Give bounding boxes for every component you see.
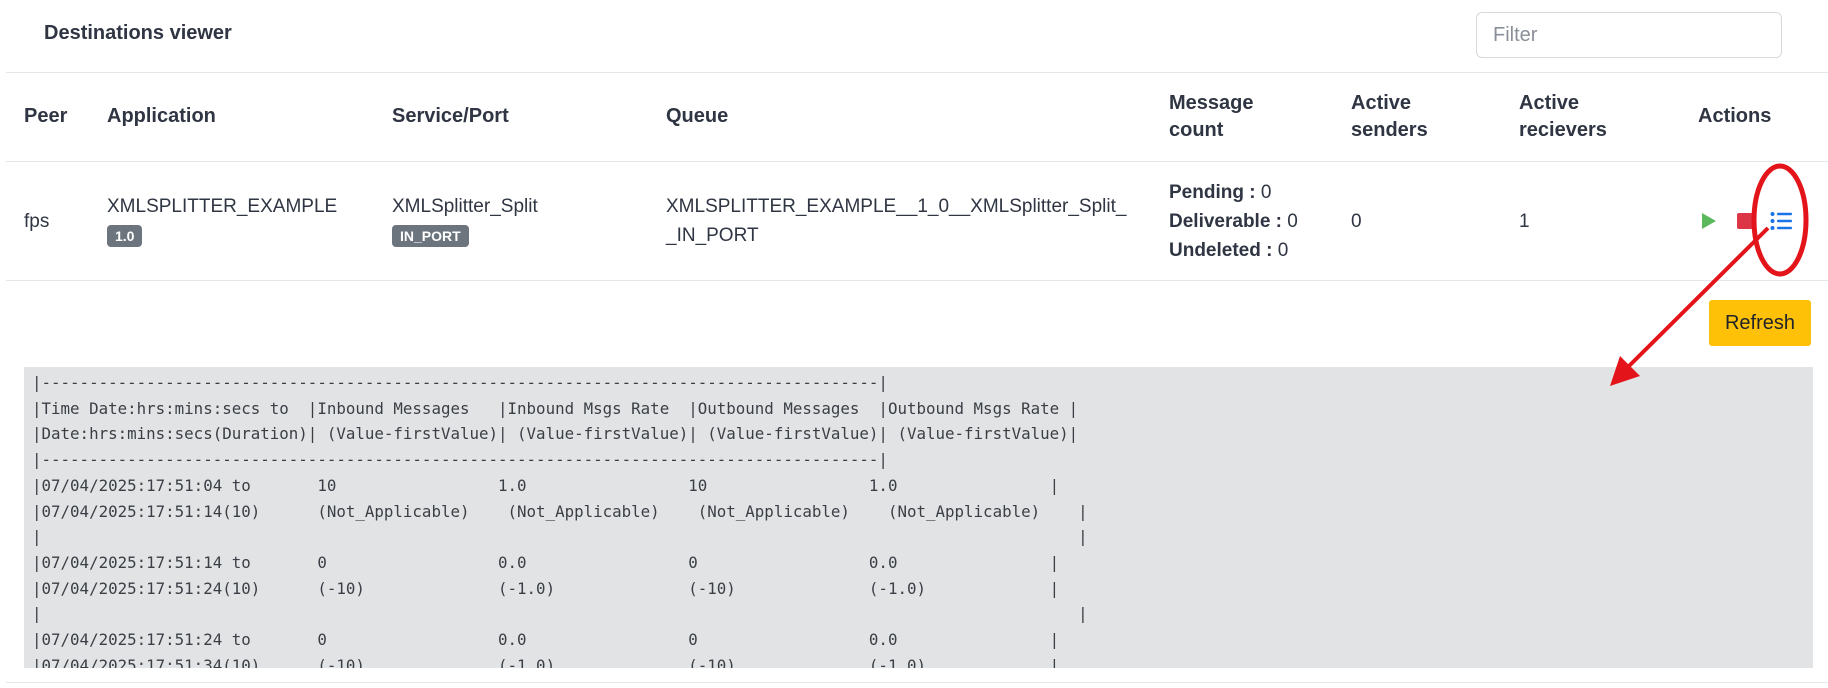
page-header: Destinations viewer — [6, 0, 1828, 73]
statistics-text: |---------------------------------------… — [32, 373, 1088, 668]
filter-input[interactable] — [1476, 12, 1782, 58]
column-header-peer[interactable]: Peer — [6, 72, 89, 162]
queue-name: XMLSPLITTER_EXAMPLE__1_0__XMLSplitter_Sp… — [666, 196, 1127, 246]
column-header-application[interactable]: Application — [89, 72, 374, 162]
refresh-button[interactable]: Refresh — [1709, 300, 1811, 346]
destinations-table: Peer Application Service/Port Queue Mess… — [6, 72, 1828, 281]
list-icon[interactable] — [1770, 210, 1792, 232]
queue-cell: XMLSPLITTER_EXAMPLE__1_0__XMLSplitter_Sp… — [648, 161, 1151, 281]
destinations-page: Destinations viewer Peer Application Ser… — [6, 0, 1828, 688]
application-name: XMLSPLITTER_EXAMPLE — [107, 196, 338, 217]
actions-cell — [1680, 161, 1828, 281]
port-type-badge: IN_PORT — [392, 225, 469, 247]
message-count-cell: Pending : 0 Deliverable : 0 Undeleted : … — [1151, 161, 1333, 281]
active-receivers-cell: 1 — [1501, 161, 1680, 281]
version-badge: 1.0 — [107, 225, 143, 247]
column-header-active-receivers[interactable]: Active recievers — [1501, 72, 1680, 162]
service-name: XMLSplitter_Split — [392, 196, 538, 217]
statistics-panel: |---------------------------------------… — [24, 367, 1813, 668]
active-senders-cell: 0 — [1333, 161, 1501, 281]
stop-icon[interactable] — [1734, 210, 1756, 232]
application-cell: XMLSPLITTER_EXAMPLE 1.0 — [89, 161, 374, 281]
column-header-queue[interactable]: Queue — [648, 72, 1151, 162]
undeleted-count: Undeleted : 0 — [1169, 239, 1289, 261]
column-header-actions: Actions — [1680, 72, 1828, 162]
table-row: fps XMLSPLITTER_EXAMPLE 1.0 XMLSplitter_… — [6, 161, 1828, 281]
page-title: Destinations viewer — [44, 22, 232, 44]
play-icon[interactable] — [1698, 210, 1720, 232]
table-header-row: Peer Application Service/Port Queue Mess… — [6, 72, 1828, 162]
peer-cell: fps — [6, 161, 89, 281]
pending-count: Pending : 0 — [1169, 181, 1272, 203]
deliverable-count: Deliverable : 0 — [1169, 210, 1298, 232]
bottom-divider — [6, 682, 1828, 683]
column-header-active-senders[interactable]: Active senders — [1333, 72, 1501, 162]
service-cell: XMLSplitter_Split IN_PORT — [374, 161, 648, 281]
actions-group — [1698, 210, 1828, 232]
column-header-message-count[interactable]: Message count — [1151, 72, 1333, 162]
column-header-service-port[interactable]: Service/Port — [374, 72, 648, 162]
